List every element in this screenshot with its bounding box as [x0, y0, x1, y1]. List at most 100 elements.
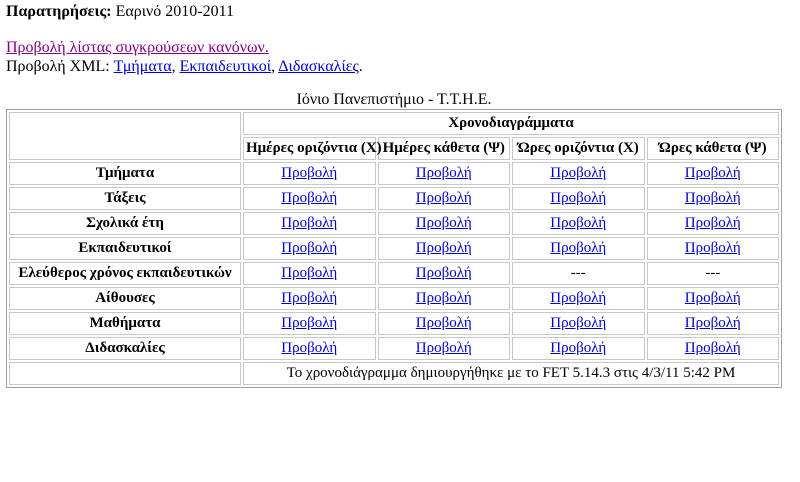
view-link-hours-horizontal[interactable]: Προβολή [550, 190, 606, 206]
view-cell: Προβολή [646, 162, 779, 185]
view-cell: Προβολή [646, 287, 779, 310]
col-hours-vertical: Ώρες κάθετα (Ψ) [646, 137, 779, 160]
view-link-days-vertical[interactable]: Προβολή [416, 165, 472, 181]
view-cell: Προβολή [243, 262, 376, 285]
view-cell: Προβολή [646, 212, 779, 235]
row-label: Τμήματα [9, 162, 241, 185]
view-cell: Προβολή [377, 287, 510, 310]
view-link-days-vertical[interactable]: Προβολή [416, 265, 472, 281]
view-link-hours-horizontal[interactable]: Προβολή [550, 215, 606, 231]
xml-link-groups[interactable]: Τμήματα [114, 58, 172, 75]
view-link-hours-vertical[interactable]: Προβολή [685, 240, 741, 256]
view-cell: Προβολή [646, 312, 779, 335]
view-cell: Προβολή [512, 212, 645, 235]
no-timetable-cell: --- [646, 262, 779, 285]
view-link-days-vertical[interactable]: Προβολή [416, 340, 472, 356]
view-cell: Προβολή [646, 187, 779, 210]
table-row: Εκπαιδευτικοί Προβολή Προβολή Προβολή Προβολ… [9, 237, 779, 260]
view-link-hours-horizontal[interactable]: Προβολή [550, 240, 606, 256]
view-cell: Προβολή [512, 337, 645, 360]
view-cell: Προβολή [243, 287, 376, 310]
table-row: Αίθουσες Προβολή Προβολή Προβολή Προβολή [9, 287, 779, 310]
table-row: Μαθήματα Προβολή Προβολή Προβολή Προβολή [9, 312, 779, 335]
view-cell: Προβολή [377, 162, 510, 185]
view-cell: Προβολή [377, 187, 510, 210]
col-days-horizontal: Ημέρες οριζόντια (Χ) [243, 137, 382, 160]
view-cell: Προβολή [243, 212, 376, 235]
notes-value: Εαρινό 2010-2011 [111, 3, 234, 20]
row-label: Σχολικά έτη [9, 212, 241, 235]
view-cell: Προβολή [243, 237, 376, 260]
view-cell: Προβολή [512, 187, 645, 210]
table-caption: Ιόνιο Πανεπιστήμιο - Τ.Τ.Η.Ε. [296, 91, 492, 108]
no-timetable-cell: --- [512, 262, 645, 285]
view-link-hours-horizontal[interactable]: Προβολή [550, 290, 606, 306]
table-body: Τμήματα Προβολή Προβολή Προβολή Προβολή Τάξει… [9, 162, 779, 360]
view-cell: Προβολή [243, 187, 376, 210]
view-cell: Προβολή [377, 337, 510, 360]
view-cell: Προβολή [243, 162, 376, 185]
view-link-days-vertical[interactable]: Προβολή [416, 290, 472, 306]
view-link-hours-horizontal[interactable]: Προβολή [550, 165, 606, 181]
view-link-days-vertical[interactable]: Προβολή [416, 215, 472, 231]
view-cell: Προβολή [377, 237, 510, 260]
timetable-index: Ιόνιο Πανεπιστήμιο - Τ.Τ.Η.Ε. Χρονοδιαγρ… [6, 90, 782, 388]
corner-cell [9, 112, 241, 160]
view-cell: Προβολή [512, 162, 645, 185]
table-row: Τμήματα Προβολή Προβολή Προβολή Προβολή [9, 162, 779, 185]
xml-view-prefix: Προβολή XML: [6, 58, 114, 75]
table-row: Ελεύθερος χρόνος εκπαιδευτικών Προβολή Προ… [9, 262, 779, 285]
row-label: Μαθήματα [9, 312, 241, 335]
generated-by-note: Το χρονοδιάγραμμα δημιουργήθηκε με το FE… [243, 362, 779, 385]
view-link-hours-horizontal[interactable]: Προβολή [550, 315, 606, 331]
table-row: Τάξεις Προβολή Προβολή Προβολή Προβολή [9, 187, 779, 210]
footer-empty-cell [9, 362, 241, 385]
view-link-days-vertical[interactable]: Προβολή [416, 190, 472, 206]
xml-separator: , [171, 58, 180, 75]
view-link-hours-horizontal[interactable]: Προβολή [550, 340, 606, 356]
view-link-hours-vertical[interactable]: Προβολή [685, 165, 741, 181]
xml-view-line: Προβολή XML: Τμήματα, Εκπαιδευτικοί, Διδ… [6, 57, 363, 76]
view-cell: Προβολή [377, 312, 510, 335]
view-cell: Προβολή [377, 262, 510, 285]
view-link-days-vertical[interactable]: Προβολή [416, 315, 472, 331]
conflicts-list-link[interactable]: Προβολή λίστας συγκρούσεων κανόνων. [6, 39, 269, 56]
timetables-table: Χρονοδιαγράμματα Ημέρες οριζόντια (Χ) Ημ… [6, 109, 782, 388]
view-link-days-horizontal[interactable]: Προβολή [281, 290, 337, 306]
col-hours-horizontal: Ώρες οριζόντια (Χ) [512, 137, 645, 160]
view-link-hours-vertical[interactable]: Προβολή [685, 290, 741, 306]
notes-line: Παρατηρήσεις: Εαρινό 2010-2011 [6, 3, 234, 21]
view-cell: Προβολή [243, 312, 376, 335]
view-link-hours-vertical[interactable]: Προβολή [685, 340, 741, 356]
view-cell: Προβολή [512, 237, 645, 260]
view-cell: Προβολή [377, 212, 510, 235]
view-link-hours-vertical[interactable]: Προβολή [685, 190, 741, 206]
xml-link-teachers[interactable]: Εκπαιδευτικοί [180, 58, 272, 75]
footer-row: Το χρονοδιάγραμμα δημιουργήθηκε με το FE… [9, 362, 779, 385]
view-link-days-horizontal[interactable]: Προβολή [281, 265, 337, 281]
xml-view-suffix: . [358, 58, 363, 75]
view-link-days-horizontal[interactable]: Προβολή [281, 190, 337, 206]
view-link-hours-vertical[interactable]: Προβολή [685, 215, 741, 231]
table-row: Σχολικά έτη Προβολή Προβολή Προβολή Προβολή [9, 212, 779, 235]
xml-link-activities[interactable]: Διδασκαλίες [278, 58, 359, 75]
row-label: Ελεύθερος χρόνος εκπαιδευτικών [9, 262, 241, 285]
view-link-days-horizontal[interactable]: Προβολή [281, 315, 337, 331]
row-label: Τάξεις [9, 187, 241, 210]
table-row: Διδασκαλίες Προβολή Προβολή Προβολή Προβολή [9, 337, 779, 360]
view-link-hours-vertical[interactable]: Προβολή [685, 315, 741, 331]
view-cell: Προβολή [243, 337, 376, 360]
view-link-days-horizontal[interactable]: Προβολή [281, 215, 337, 231]
view-link-days-horizontal[interactable]: Προβολή [281, 240, 337, 256]
notes-label: Παρατηρήσεις: [6, 3, 112, 20]
links-block: Προβολή λίστας συγκρούσεων κανόνων. Προβ… [6, 38, 363, 76]
view-link-days-horizontal[interactable]: Προβολή [281, 165, 337, 181]
view-cell: Προβολή [512, 312, 645, 335]
timetables-group-header: Χρονοδιαγράμματα [243, 112, 779, 135]
view-link-days-horizontal[interactable]: Προβολή [281, 340, 337, 356]
view-link-days-vertical[interactable]: Προβολή [416, 240, 472, 256]
view-cell: Προβολή [512, 287, 645, 310]
col-days-vertical: Ημέρες κάθετα (Ψ) [377, 137, 510, 160]
row-label: Αίθουσες [9, 287, 241, 310]
group-header-row: Χρονοδιαγράμματα [9, 112, 779, 160]
